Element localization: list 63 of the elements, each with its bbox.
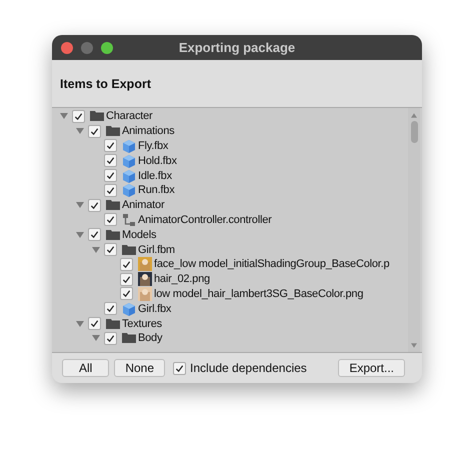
cube-icon — [122, 138, 136, 153]
tree-item-label[interactable]: AnimatorController.controller — [138, 214, 272, 226]
checkbox[interactable] — [104, 169, 117, 182]
folder-icon — [122, 332, 136, 344]
tree-item-label[interactable]: Idle.fbx — [138, 170, 172, 182]
export-button[interactable]: Export... — [338, 359, 405, 377]
checkbox[interactable] — [104, 243, 117, 256]
scrollbar-thumb[interactable] — [410, 121, 418, 143]
none-button[interactable]: None — [114, 359, 166, 377]
checkbox-label: Include dependencies — [190, 361, 307, 375]
checkbox[interactable] — [72, 110, 85, 123]
checkbox[interactable] — [104, 332, 117, 345]
checkbox[interactable] — [88, 228, 101, 242]
checkbox[interactable] — [120, 287, 133, 300]
tree-item-label[interactable]: face_low model_initialShadingGroup_BaseColor.p — [154, 258, 390, 270]
tree-item-label[interactable]: Animator — [122, 199, 164, 212]
checkbox[interactable] — [173, 362, 186, 374]
checkbox[interactable] — [88, 317, 101, 330]
folder-icon — [90, 110, 104, 122]
zoom-button[interactable] — [101, 42, 113, 54]
checkbox[interactable] — [88, 198, 101, 212]
cube-icon — [122, 168, 136, 183]
tree-item-label[interactable]: Character — [106, 110, 152, 122]
folder-icon — [106, 125, 120, 138]
tree-item-label[interactable]: Body — [138, 332, 162, 344]
vertical-scrollbar[interactable] — [408, 108, 420, 352]
tree-item-label[interactable]: hair_02.png — [154, 273, 210, 286]
folder-icon — [106, 199, 120, 212]
folder-icon — [106, 228, 120, 241]
tree-item-label[interactable]: Animations — [122, 125, 174, 138]
checkbox[interactable] — [88, 124, 101, 138]
checkbox[interactable] — [104, 184, 117, 197]
close-button[interactable] — [61, 42, 73, 54]
tree-item-label[interactable]: Fly.fbx — [138, 140, 168, 152]
expand-triangle-icon[interactable] — [92, 246, 100, 254]
tree-item-label[interactable]: low model_hair_lambert3SG_BaseColor.png — [154, 288, 364, 300]
expand-triangle-icon[interactable] — [76, 230, 84, 239]
tree-item-label[interactable]: Models — [122, 228, 156, 241]
checkbox[interactable] — [120, 258, 133, 271]
tree-item-label[interactable]: Run.fbx — [138, 184, 175, 196]
tree-item-label[interactable]: Hold.fbx — [138, 154, 177, 167]
expand-triangle-icon[interactable] — [76, 127, 84, 136]
all-button[interactable]: All — [62, 359, 110, 377]
cube-icon — [122, 154, 136, 168]
checkbox[interactable] — [104, 302, 117, 316]
folder-icon — [106, 318, 120, 330]
cube-icon — [122, 302, 136, 316]
checkbox[interactable] — [104, 213, 117, 226]
tree-item-label[interactable]: Girl.fbm — [138, 244, 175, 256]
cube-icon — [122, 183, 136, 198]
tree-item-label[interactable]: Textures — [122, 318, 162, 330]
expand-triangle-icon[interactable] — [60, 112, 68, 120]
expand-triangle-icon[interactable] — [92, 334, 100, 342]
window-title: Exporting package — [178, 40, 296, 55]
section-heading: Items to Export — [60, 76, 151, 90]
node-graph-icon — [122, 212, 136, 227]
folder-icon — [122, 244, 136, 256]
checkbox[interactable] — [120, 272, 133, 286]
expand-triangle-icon[interactable] — [76, 201, 84, 210]
expand-triangle-icon[interactable] — [76, 320, 84, 328]
checkbox[interactable] — [104, 154, 117, 168]
checkbox[interactable] — [104, 139, 117, 152]
tree-item-label[interactable]: Girl.fbx — [138, 302, 172, 315]
